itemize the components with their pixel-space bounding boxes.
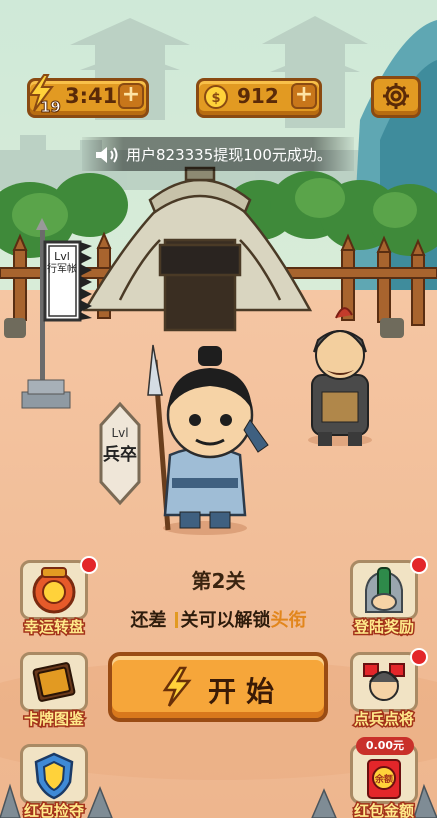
tent-sign-name: 行军帐 [47, 264, 77, 275]
lucky-wheel-label: 幸运转盘 [22, 617, 85, 638]
tent-sign-level: Lvl [54, 250, 70, 263]
red-packet-balance: 0.00元 [356, 737, 414, 755]
unlock-prefix: 还差 [130, 610, 167, 631]
shield-icon [34, 752, 74, 800]
red-packet-grab-label: 红包捡夺 [22, 801, 85, 818]
login-reward-label: 登陆奖励 [352, 617, 415, 638]
rank-level: Lvl [111, 426, 129, 440]
red-packet-amount-label: 红包金额 [352, 801, 415, 818]
troop-draft-label: 点兵点将 [352, 709, 415, 730]
rank-name: 兵卒 [103, 445, 137, 465]
game-screen: 19 3:41 + $ 912 + 用户823335提现100元成功。 Lvl … [0, 0, 437, 818]
notice-text: 用户823335提现100元成功。 [126, 146, 332, 164]
lightning-icon [162, 666, 192, 707]
add-energy-button[interactable]: + [118, 83, 144, 109]
start-button-label: 开始 [208, 675, 285, 708]
notification-dot [410, 556, 428, 574]
speaker-icon [96, 147, 118, 163]
card-collection-button[interactable]: 卡牌图鉴 [18, 652, 90, 730]
login-reward-button[interactable]: 登陆奖励 [348, 556, 428, 638]
notification-dot [80, 556, 98, 574]
rank-badge: Lvl 兵卒 [101, 404, 139, 504]
envelope-text: 余额 [374, 773, 393, 785]
energy-timer-pill: 19 3:41 + [27, 74, 149, 118]
red-packet-grab-button[interactable]: 红包捡夺 [18, 744, 90, 818]
gear-icon [383, 83, 409, 109]
energy-timer: 3:41 [65, 84, 118, 108]
unlock-count-marker [167, 612, 181, 630]
unlock-middle: 关可以解锁 [180, 610, 271, 631]
coins-pill: $ 912 + [196, 78, 322, 118]
coin-icon: $ [204, 85, 228, 109]
start-button[interactable]: 开始 [108, 652, 328, 722]
unlock-highlight: 头衔 [270, 610, 307, 631]
add-coins-button[interactable]: + [291, 83, 317, 109]
withdrawal-notice-banner: 用户823335提现100元成功。 [82, 137, 354, 171]
book-icon [32, 662, 76, 702]
settings-button[interactable] [371, 76, 421, 118]
lucky-wheel-button[interactable]: 幸运转盘 [18, 556, 98, 638]
lucky-wheel-icon [32, 567, 76, 614]
card-collection-label: 卡牌图鉴 [22, 709, 85, 730]
energy-count: 19 [40, 98, 62, 117]
red-envelope-icon: 余额 [367, 759, 401, 799]
hand-icon [365, 567, 403, 613]
troop-draft-button[interactable]: 点兵点将 [348, 648, 428, 730]
coin-count: 912 [237, 84, 279, 108]
warrior-icon [363, 663, 405, 701]
notification-dot [410, 648, 428, 666]
svg-text:$: $ [211, 91, 220, 106]
